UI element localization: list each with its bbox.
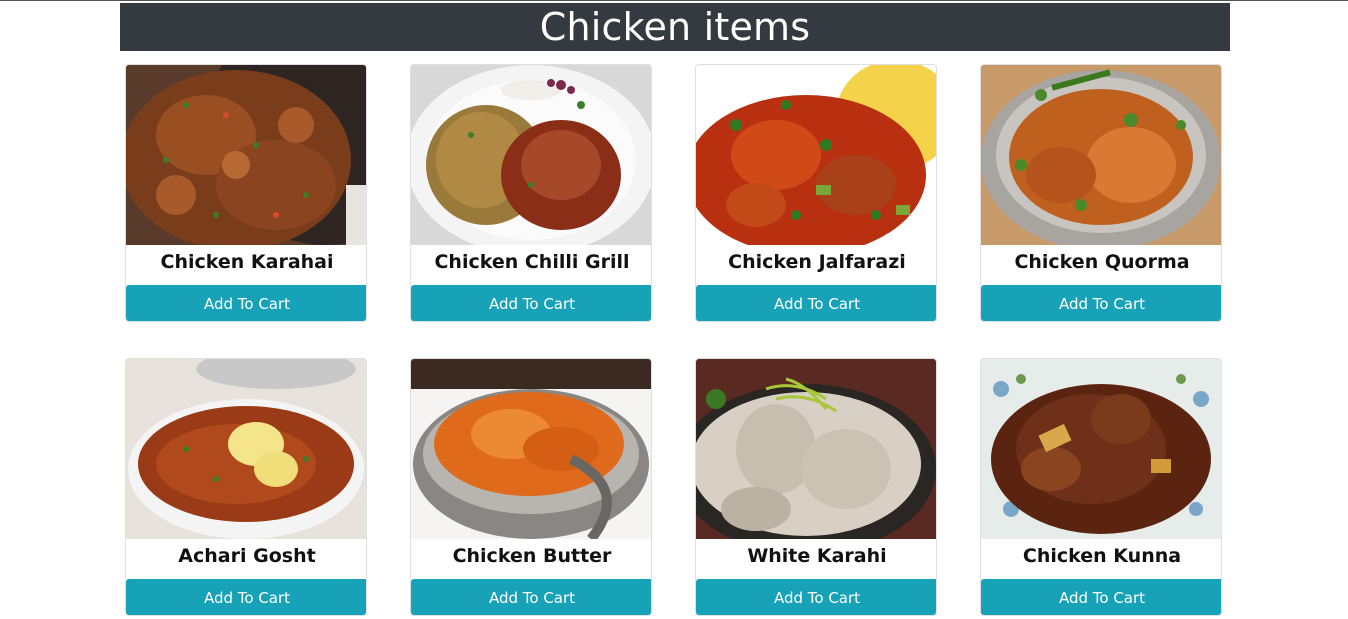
product-card: Achari Gosht Add To Cart [125, 358, 367, 616]
product-image-chicken-kunna [981, 359, 1221, 539]
product-name: Chicken Jalfarazi [728, 251, 906, 273]
product-image-chicken-butter [411, 359, 651, 539]
page-title: Chicken items [539, 5, 811, 49]
product-name: White Karahi [747, 545, 887, 567]
product-name: Chicken Karahai [160, 251, 334, 273]
product-name: Chicken Chilli Grill [434, 251, 630, 273]
product-image-chicken-jalfarazi [696, 65, 936, 245]
product-name: Chicken Quorma [1014, 251, 1190, 273]
product-name: Chicken Kunna [1022, 545, 1182, 567]
product-card: Chicken Karahai Add To Cart [125, 64, 367, 322]
product-image-chicken-karahai [126, 65, 366, 245]
add-to-cart-button[interactable]: Add To Cart [696, 285, 936, 321]
add-to-cart-button[interactable]: Add To Cart [981, 285, 1221, 321]
product-card: Chicken Quorma Add To Cart [980, 64, 1222, 322]
top-border [0, 0, 1348, 1]
product-card: White Karahi Add To Cart [695, 358, 937, 616]
add-to-cart-button[interactable]: Add To Cart [411, 579, 651, 615]
add-to-cart-button[interactable]: Add To Cart [126, 285, 366, 321]
add-to-cart-button[interactable]: Add To Cart [696, 579, 936, 615]
product-name: Achari Gosht [178, 545, 316, 567]
add-to-cart-button[interactable]: Add To Cart [981, 579, 1221, 615]
product-card: Chicken Jalfarazi Add To Cart [695, 64, 937, 322]
product-card: Chicken Butter Add To Cart [410, 358, 652, 616]
product-image-white-karahi [696, 359, 936, 539]
add-to-cart-button[interactable]: Add To Cart [126, 579, 366, 615]
product-image-achari-gosht [126, 359, 366, 539]
page-title-bar: Chicken items [120, 3, 1230, 51]
product-name: Chicken Butter [452, 545, 612, 567]
product-image-chicken-quorma [981, 65, 1221, 245]
add-to-cart-button[interactable]: Add To Cart [411, 285, 651, 321]
product-image-chicken-chilli-grill [411, 65, 651, 245]
product-card: Chicken Kunna Add To Cart [980, 358, 1222, 616]
product-card: Chicken Chilli Grill Add To Cart [410, 64, 652, 322]
